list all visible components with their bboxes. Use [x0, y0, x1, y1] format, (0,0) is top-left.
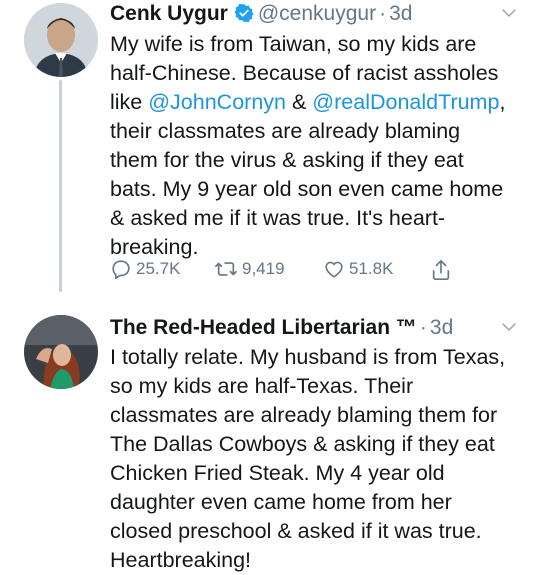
author-name[interactable]: The Red-Headed Libertarian ™ [110, 316, 417, 339]
avatar[interactable] [24, 3, 98, 77]
reply-count: 25.7K [136, 259, 181, 278]
text-fragment: , [499, 90, 506, 114]
text-fragment: & [286, 90, 313, 114]
retweet-icon [215, 262, 237, 276]
author-handle[interactable]: @cenkuygur [258, 2, 376, 25]
tweet-text-line: Chicken Fried Steak. My 4 year old [110, 461, 445, 485]
tweet-text: I totally relate. My husband is from Tex… [110, 343, 535, 575]
tweet-text-line: closed preschool & asked if it was true. [110, 519, 482, 543]
like-icon [325, 261, 343, 278]
tweet-cenk-uygur[interactable]: Cenk Uygur @cenkuygur · 3d My wife is from … [0, 0, 540, 300]
mention-link[interactable]: @realDonaldTrump [312, 90, 499, 114]
timestamp[interactable]: 3d [430, 316, 453, 339]
tweet-text-line: like @JohnCornyn & @realDonaldTrump, [110, 88, 535, 117]
tweet-text: My wife is from Taiwan, so my kids are h… [110, 30, 535, 262]
avatar[interactable] [24, 315, 98, 389]
tweet-header: The Red-Headed Libertarian ™ · 3d [110, 316, 453, 340]
retweet-count: 9,419 [242, 259, 285, 278]
tweet-text-line: classmates are already blaming them for [110, 403, 498, 427]
retweet-button[interactable]: 9,419 [214, 258, 285, 280]
thread-line [59, 80, 62, 292]
tweet-text-line: their classmates are already blaming [110, 119, 461, 143]
timestamp-separator: · [419, 316, 427, 339]
tweet-actions: 25.7K 9,419 51.8K [110, 258, 450, 286]
tweet-text-line: daughter even came home from her [110, 490, 452, 514]
reply-button[interactable]: 25.7K [110, 258, 180, 280]
tweet-text-line: so my kids are half-Texas. Their [110, 374, 414, 398]
verified-badge-icon [234, 3, 254, 29]
tweet-header: Cenk Uygur @cenkuygur · 3d [110, 2, 412, 29]
like-button[interactable]: 51.8K [323, 258, 393, 280]
tweet-text-line: & asked me if it was true. It's heart- [110, 206, 446, 230]
tweet-text-line: bats. My 9 year old son even came home [110, 177, 504, 201]
tweet-text-line: I totally relate. My husband is from Tex… [110, 345, 506, 369]
reply-icon [112, 260, 130, 279]
tweet-text-line: them for the virus & asking if they eat [110, 148, 464, 172]
mention-link[interactable]: @JohnCornyn [148, 90, 286, 114]
share-icon [432, 260, 450, 280]
tweet-text-line: half-Chinese. Because of racist assholes [110, 61, 499, 85]
timestamp-separator: · [379, 2, 387, 25]
tweet-text-line: Heartbreaking! [110, 548, 252, 572]
tweet-text-line: The Dallas Cowboys & asking if they eat [110, 432, 495, 456]
chevron-down-icon[interactable] [500, 4, 518, 22]
share-button[interactable] [430, 258, 452, 282]
timestamp[interactable]: 3d [389, 2, 412, 25]
text-fragment: like [110, 90, 149, 114]
profile-photo-icon [24, 3, 98, 77]
author-name[interactable]: Cenk Uygur [110, 2, 228, 25]
profile-photo-icon [24, 315, 98, 389]
tweet-text-line: My wife is from Taiwan, so my kids are [110, 32, 477, 56]
chevron-down-icon[interactable] [500, 318, 518, 336]
like-count: 51.8K [349, 259, 394, 278]
